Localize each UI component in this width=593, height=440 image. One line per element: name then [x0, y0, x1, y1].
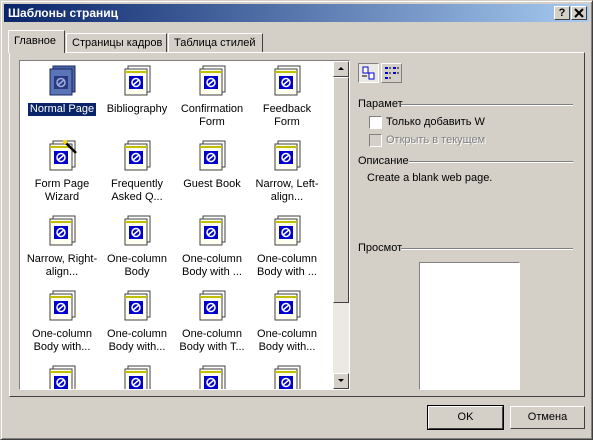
template-item[interactable]: One-column Body with... — [248, 289, 326, 354]
list-view-button[interactable] — [381, 63, 402, 83]
template-page-icon — [173, 214, 251, 250]
template-item-label: One-column Body with... — [107, 328, 167, 353]
wizard-page-icon — [23, 139, 101, 175]
template-page-icon — [173, 364, 251, 389]
template-page-icon — [23, 364, 101, 389]
template-item-label: One-column Body with ... — [257, 253, 317, 278]
template-item[interactable]: Normal Page — [23, 64, 101, 117]
template-item-label: Form Page Wizard — [34, 178, 90, 203]
template-item-label: Normal Page — [26, 102, 98, 117]
cancel-button[interactable]: Отмена — [510, 406, 585, 429]
template-item-label: Bibliography — [106, 103, 168, 115]
options-separator — [401, 104, 573, 106]
close-button[interactable] — [571, 6, 587, 20]
add-to-web-checkbox[interactable] — [369, 116, 382, 129]
template-page-icon — [173, 139, 251, 175]
template-item-label: Guest Book — [183, 178, 241, 190]
scroll-down-button[interactable] — [333, 373, 349, 389]
template-item[interactable]: One-column Body with ... — [173, 214, 251, 279]
tab-frame-pages[interactable]: Страницы кадров — [66, 33, 167, 52]
template-item[interactable]: One-column Body with ... — [248, 214, 326, 279]
description-text: Create a blank web page. — [367, 172, 493, 184]
template-item[interactable]: Narrow, Right-align... — [23, 214, 101, 279]
add-to-web-label[interactable]: Только добавить W — [386, 116, 496, 128]
template-item[interactable]: Guest Book — [173, 139, 251, 191]
template-page-icon — [248, 214, 326, 250]
template-item-label: Confirmation Form — [180, 103, 244, 128]
title-bar[interactable]: Шаблоны страниц ? — [4, 4, 589, 22]
open-in-current-label: Открыть в текущем — [386, 134, 486, 146]
template-item[interactable]: One-column Body — [98, 214, 176, 279]
template-item[interactable]: Narrow, Left-align... — [248, 139, 326, 204]
template-item[interactable] — [173, 364, 251, 389]
template-item-label: One-column Body with... — [32, 328, 92, 353]
preview-label: Просмот — [358, 242, 403, 254]
template-page-icon — [23, 214, 101, 250]
open-in-current-checkbox[interactable] — [369, 134, 382, 147]
template-item[interactable]: One-column Body with T... — [173, 289, 251, 354]
template-item-label: One-column Body — [107, 253, 167, 278]
template-page-icon — [248, 139, 326, 175]
template-item[interactable] — [98, 364, 176, 389]
ok-button[interactable]: OK — [427, 405, 504, 430]
tab-main[interactable]: Главное — [8, 30, 65, 53]
close-icon — [574, 8, 584, 18]
vertical-scrollbar[interactable] — [333, 61, 349, 389]
template-item[interactable]: Form Page Wizard — [23, 139, 101, 204]
tab-main-label: Главное — [14, 35, 57, 47]
help-button[interactable]: ? — [554, 6, 570, 20]
template-item[interactable]: One-column Body with... — [98, 289, 176, 354]
template-item[interactable] — [23, 364, 101, 389]
template-page-icon — [98, 214, 176, 250]
large-icons-icon — [362, 66, 375, 80]
scroll-thumb[interactable] — [333, 77, 349, 303]
template-item-label: One-column Body with... — [257, 328, 317, 353]
template-page-icon — [173, 289, 251, 325]
tab-style-sheets-label: Таблица стилей — [174, 37, 256, 49]
preview-separator — [401, 248, 573, 250]
template-item[interactable]: Confirmation Form — [173, 64, 251, 129]
template-page-icon — [248, 64, 326, 100]
template-page-icon — [173, 64, 251, 100]
options-group-label: Парамет — [358, 98, 403, 110]
description-separator — [409, 161, 573, 163]
arrow-up-icon — [338, 67, 344, 70]
template-item[interactable] — [248, 364, 326, 389]
template-item-label: One-column Body with ... — [182, 253, 242, 278]
template-page-icon — [98, 289, 176, 325]
template-item-label: Feedback Form — [262, 103, 312, 128]
template-page-icon — [98, 139, 176, 175]
normal-page-icon — [23, 64, 101, 100]
description-label: Описание — [358, 155, 409, 167]
window-title: Шаблоны страниц — [8, 6, 119, 20]
arrow-down-icon — [338, 379, 344, 382]
tab-style-sheets[interactable]: Таблица стилей — [168, 33, 263, 52]
template-page-icon — [98, 64, 176, 100]
tab-frame-pages-label: Страницы кадров — [72, 37, 163, 49]
template-page-icon — [98, 364, 176, 389]
template-item[interactable]: Feedback Form — [248, 64, 326, 129]
large-icons-view-button[interactable] — [358, 63, 379, 83]
template-item[interactable]: Bibliography — [98, 64, 176, 116]
template-item-label: Frequently Asked Q... — [111, 178, 163, 203]
template-item-label: Narrow, Right-align... — [26, 253, 98, 278]
preview-pane — [419, 262, 520, 390]
template-item-label: One-column Body with T... — [179, 328, 245, 353]
template-list[interactable]: Normal Page Bibliography Confirmation Form… — [19, 60, 350, 390]
template-item[interactable]: One-column Body with... — [23, 289, 101, 354]
template-page-icon — [248, 289, 326, 325]
page-templates-dialog: Шаблоны страниц ? Главное Страницы кадро… — [0, 0, 593, 440]
template-item[interactable]: Frequently Asked Q... — [98, 139, 176, 204]
template-page-icon — [23, 289, 101, 325]
scroll-up-button[interactable] — [333, 61, 349, 77]
list-view-icon — [385, 67, 399, 79]
template-page-icon — [248, 364, 326, 389]
template-item-label: Narrow, Left-align... — [255, 178, 319, 203]
